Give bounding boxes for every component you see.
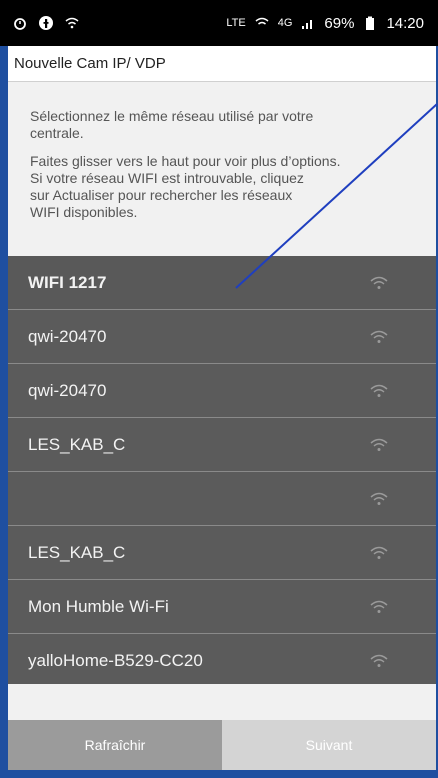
wifi-row[interactable]: yalloHome-B529-CC20 <box>8 634 436 688</box>
wifi-call-icon <box>255 17 269 25</box>
wifi-signal-icon <box>370 438 388 451</box>
instructions: Sélectionnez le même réseau utilisé par … <box>8 82 436 256</box>
network-label: LTE <box>226 17 246 29</box>
facebook-icon <box>39 16 53 30</box>
wifi-signal-icon <box>370 492 388 505</box>
wifi-name: yalloHome-B529-CC20 <box>28 650 203 670</box>
wifi-row[interactable]: qwi-20470 <box>8 364 436 418</box>
clock: 14:20 <box>386 14 424 32</box>
wifi-name: Mon Humble Wi-Fi <box>28 596 169 616</box>
wifi-row[interactable]: qwi-20470 <box>8 310 436 364</box>
instruction-line-1: Faites glisser vers le haut pour voir pl… <box>30 153 341 169</box>
next-button[interactable]: Suivant <box>222 720 436 770</box>
wifi-network-list: WIFI 1217 qwi-20470 qwi-20470 LES_KAB_C … <box>8 256 436 688</box>
refresh-button[interactable]: Rafraîchir <box>8 720 222 770</box>
app-header: Nouvelle Cam IP/ VDP <box>8 46 436 82</box>
instruction-line-2: Si votre réseau WIFI est introuvable, cl… <box>30 170 304 186</box>
wifi-row[interactable]: WIFI 1217 <box>8 256 436 310</box>
status-left-icons <box>12 15 80 31</box>
wifi-name: WIFI 1217 <box>28 272 107 292</box>
instruction-line-3: sur Actualiser pour rechercher les résea… <box>30 187 293 203</box>
wifi-row[interactable]: LES_KAB_C <box>8 526 436 580</box>
alarm-icon <box>14 18 26 30</box>
battery-percent: 69% <box>324 14 355 32</box>
wifi-signal-icon <box>370 276 388 289</box>
wifi-signal-icon <box>370 546 388 559</box>
footer-actions: Rafraîchir Suivant <box>8 720 436 770</box>
instruction-line-4: WIFI disponibles. <box>30 204 138 220</box>
wifi-signal-icon <box>370 384 388 397</box>
battery-icon <box>366 16 375 30</box>
wifi-row[interactable]: Mon Humble Wi-Fi <box>8 580 436 634</box>
instruction-scroll-refresh: Faites glisser vers le haut pour voir pl… <box>30 153 414 221</box>
wifi-name: LES_KAB_C <box>28 434 126 454</box>
instruction-select-network: Sélectionnez le même réseau utilisé par … <box>30 108 314 141</box>
wifi-row[interactable]: LES_KAB_C <box>8 418 436 472</box>
wifi-signal-icon <box>370 654 388 667</box>
wifi-icon <box>65 17 79 29</box>
wifi-name: qwi-20470 <box>28 380 107 400</box>
status-right: LTE 4G 69% 14:20 <box>226 15 424 32</box>
wifi-name: LES_KAB_C <box>28 542 126 562</box>
page-title: Nouvelle Cam IP/ VDP <box>14 55 166 72</box>
status-bar: LTE 4G 69% 14:20 <box>0 0 438 46</box>
list-bottom-padding <box>8 684 436 720</box>
signal-label: 4G <box>277 17 293 29</box>
wifi-signal-icon <box>370 600 388 613</box>
wifi-signal-icon <box>370 330 388 343</box>
wifi-row[interactable] <box>8 472 436 526</box>
wifi-name: qwi-20470 <box>28 326 107 346</box>
signal-bars-icon <box>302 20 313 29</box>
